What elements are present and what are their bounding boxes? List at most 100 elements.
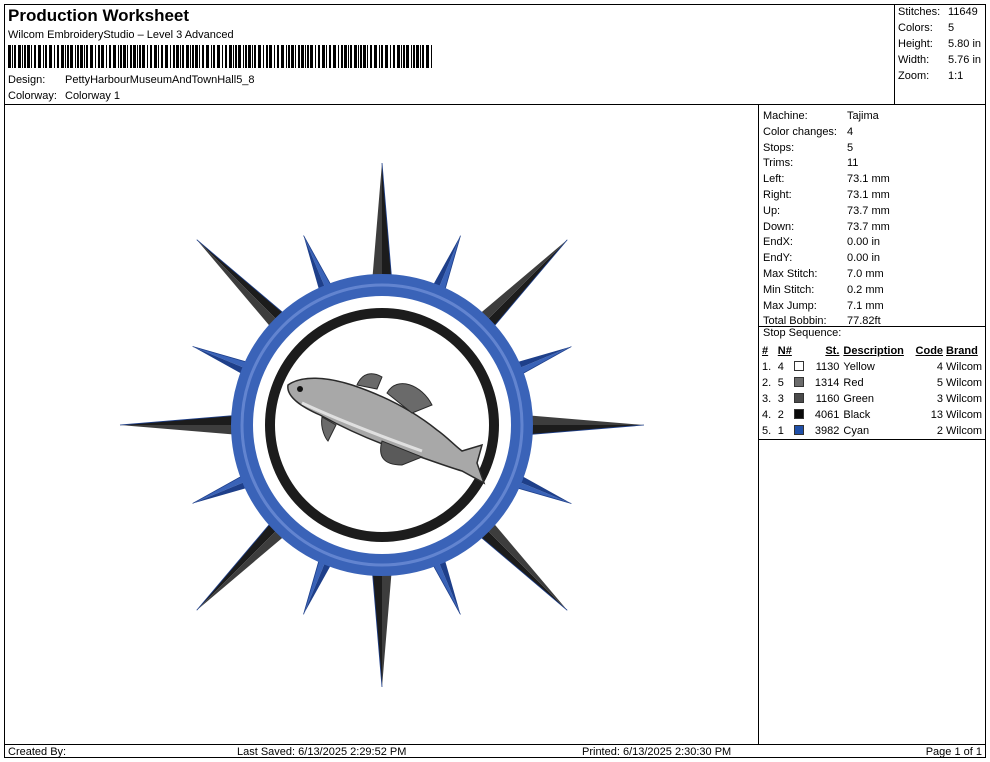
info-label: Stops:: [763, 141, 795, 154]
barcode-bar: [374, 45, 377, 68]
design-preview: [5, 105, 759, 744]
stop-sequence-table: # N# St. Description Code Brand 1. 4 1130 Y…: [762, 343, 985, 439]
header-needle: N#: [777, 345, 792, 357]
stop-swatch: [793, 375, 808, 391]
barcode-bar: [363, 45, 366, 68]
barcode-bar: [229, 45, 232, 68]
table-row: 1. 4 1130 Yellow 4 Wilcom: [762, 359, 985, 375]
colorway-value: Colorway 1: [65, 90, 121, 102]
barcode-bar: [360, 45, 362, 68]
software-subtitle: Wilcom EmbroideryStudio – Level 3 Advanc…: [8, 29, 234, 41]
header-code: Code: [915, 345, 944, 357]
color-swatch: [793, 425, 804, 435]
stop-num: 1.: [762, 361, 772, 373]
info-row: Max Jump: 7.1 mm: [763, 298, 884, 314]
barcode-bar: [202, 45, 204, 68]
info-row: EndX: 0.00 in: [763, 234, 880, 250]
barcode-bar: [305, 45, 306, 68]
info-label: Machine:: [763, 110, 808, 122]
table-row: 3. 3 1160 Green 3 Wilcom: [762, 391, 985, 407]
barcode-bar: [322, 45, 325, 68]
info-row: Up: 73.7 mm: [763, 203, 890, 219]
barcode-bar: [67, 45, 69, 68]
last-saved: Last Saved: 6/13/2025 2:29:52 PM: [237, 746, 407, 758]
header-swatch: [794, 343, 808, 359]
stop-num: 4.: [762, 409, 772, 421]
barcode-bar: [106, 45, 107, 68]
info-row: Down: 73.7 mm: [763, 219, 890, 235]
barcode-bar: [422, 45, 424, 68]
info-value: 7.1 mm: [847, 299, 884, 312]
barcode-bar: [254, 45, 256, 68]
barcode-bar: [235, 45, 237, 68]
stop-swatch: [793, 423, 808, 439]
barcode-bar: [213, 45, 215, 68]
barcode-bar: [54, 45, 55, 68]
barcode-bar: [147, 45, 148, 68]
info-value: 5: [847, 141, 854, 154]
barcode-bar: [127, 45, 128, 68]
barcode-bar: [80, 45, 83, 68]
barcode-bar: [266, 45, 268, 68]
table-row: 4. 2 4061 Black 13 Wilcom: [762, 407, 985, 423]
table-row: 2. 5 1314 Red 5 Wilcom: [762, 375, 985, 391]
barcode-bar: [258, 45, 261, 68]
barcode-bar: [31, 45, 32, 68]
barcode-bar: [75, 45, 76, 68]
barcode-bar: [390, 45, 391, 68]
stop-swatch: [793, 407, 808, 423]
barcode-bar: [381, 45, 383, 68]
stop-description: Red: [843, 377, 864, 389]
width-label: Width:: [898, 54, 930, 66]
printed-date: Printed: 6/13/2025 2:30:30 PM: [582, 746, 732, 758]
width-value: 5.76 in: [948, 54, 982, 66]
stop-brand: Wilcom: [946, 425, 983, 437]
info-label: EndY:: [763, 252, 793, 265]
barcode-bar: [165, 45, 168, 68]
info-row: Color changes: 4: [763, 124, 853, 140]
barcode-bar: [45, 45, 47, 68]
stop-num: 2.: [762, 377, 772, 389]
barcode-bar: [358, 45, 359, 68]
barcode-bar: [86, 45, 88, 68]
stop-needle: 4: [777, 361, 784, 373]
stop-description: Green: [843, 393, 874, 405]
info-row: Trims: 11: [763, 155, 858, 171]
barcode-bar: [142, 45, 145, 68]
barcode-bar: [288, 45, 290, 68]
barcode-bar: [34, 45, 36, 68]
stop-swatch: [793, 359, 808, 375]
barcode-bar: [225, 45, 227, 68]
barcode-bar: [180, 45, 181, 68]
colorway-row: Colorway: Colorway 1: [8, 90, 120, 102]
barcode-bar: [22, 45, 23, 68]
info-value: 0.00 in: [847, 252, 881, 265]
colorway-label: Colorway:: [8, 90, 57, 102]
barcode-bar: [38, 45, 41, 68]
stitches-row: Stitches: 11649: [898, 6, 978, 18]
barcode-bar: [57, 45, 59, 68]
barcode-bar: [101, 45, 104, 68]
barcode-bar: [77, 45, 79, 68]
embroidery-design-image: [119, 162, 645, 688]
zoom-value: 1:1: [948, 70, 964, 82]
stop-needle: 5: [777, 377, 784, 389]
barcode-bar: [222, 45, 223, 68]
barcode-bar: [90, 45, 93, 68]
barcode-bar: [8, 45, 11, 68]
barcode-bar: [397, 45, 400, 68]
stop-needle: 2: [777, 409, 784, 421]
stop-num: 3.: [762, 393, 772, 405]
barcode-bar: [109, 45, 111, 68]
info-value: 0.00 in: [847, 236, 881, 249]
stitches-label: Stitches:: [898, 6, 941, 18]
barcode-bar: [315, 45, 316, 68]
stop-num: 5.: [762, 425, 772, 437]
info-panel: Machine: Tajima Color changes: 4 Stops: 5 Trim…: [759, 105, 985, 744]
barcode-bar: [307, 45, 309, 68]
barcode-bar: [350, 45, 352, 68]
barcode-bar: [186, 45, 189, 68]
info-value: 0.2 mm: [847, 283, 884, 296]
page-number: Page 1 of 1: [925, 746, 982, 758]
barcode-bar: [393, 45, 395, 68]
